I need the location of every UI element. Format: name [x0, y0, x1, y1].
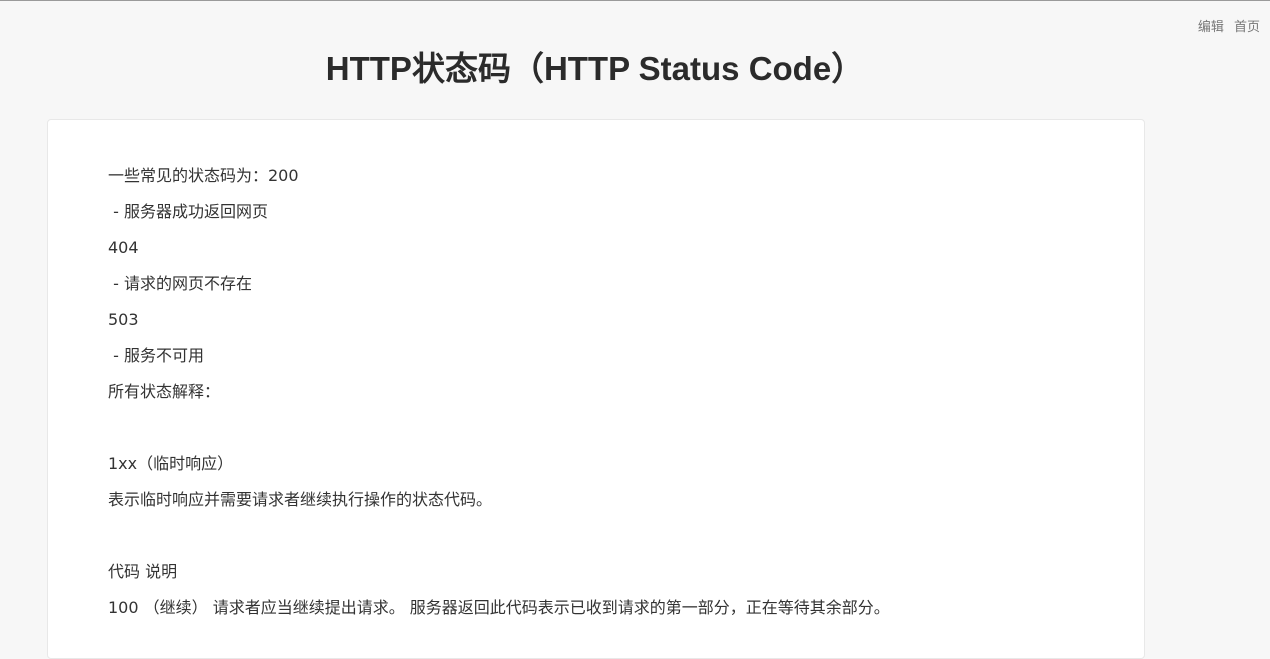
top-nav: 编辑 首页: [1192, 16, 1260, 35]
page-title: HTTP状态码（HTTP Status Code）: [325, 50, 865, 87]
content-card: 一些常见的状态码为：200 - 服务器成功返回网页 404 - 请求的网页不存在…: [47, 119, 1145, 659]
content-line: [108, 520, 1124, 556]
content-line: - 请求的网页不存在: [108, 274, 252, 293]
content-line: 一些常见的状态码为：200: [108, 166, 299, 185]
edit-link[interactable]: 编辑: [1198, 20, 1224, 35]
content-line: 所有状态解释：: [108, 382, 221, 401]
content-line: 404: [108, 238, 139, 257]
content-line: 100 （继续） 请求者应当继续提出请求。 服务器返回此代码表示已收到请求的第一…: [108, 598, 890, 617]
content-line: 1xx（临时响应）: [108, 454, 234, 473]
content-line: - 服务不可用: [108, 346, 204, 365]
top-border: [0, 0, 1270, 1]
home-link[interactable]: 首页: [1234, 20, 1260, 35]
content-line: 表示临时响应并需要请求者继续执行操作的状态代码。: [108, 490, 493, 509]
content-line: 503: [108, 310, 139, 329]
content-line: [108, 412, 1124, 448]
content-body: 一些常见的状态码为：200 - 服务器成功返回网页 404 - 请求的网页不存在…: [108, 160, 1124, 628]
content-line: - 服务器成功返回网页: [108, 202, 268, 221]
content-line: 代码 说明: [108, 562, 178, 581]
